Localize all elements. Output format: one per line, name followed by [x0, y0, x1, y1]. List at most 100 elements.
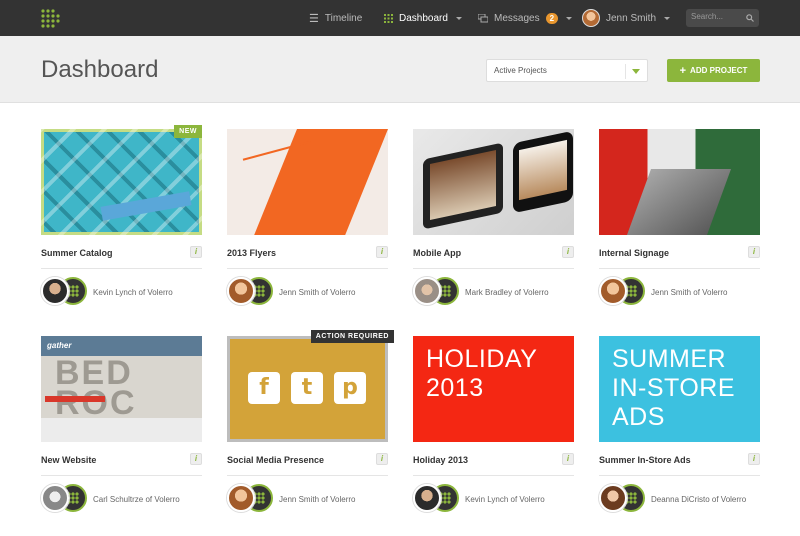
project-thumbnail[interactable]: f t p	[227, 336, 388, 442]
avatar	[413, 277, 441, 305]
project-members	[227, 277, 273, 307]
tablet-image	[423, 142, 503, 230]
info-icon[interactable]: i	[562, 453, 574, 465]
project-owner: Jenn Smith of Volerro	[279, 495, 356, 504]
project-thumbnail[interactable]	[41, 129, 202, 235]
avatar	[41, 484, 69, 512]
project-title[interactable]: Social Media Presence	[227, 455, 324, 465]
project-members	[599, 277, 645, 307]
info-icon[interactable]: i	[562, 246, 574, 258]
list-icon: ☰	[309, 12, 319, 25]
divider	[599, 475, 760, 476]
nav-timeline[interactable]: ☰ Timeline	[309, 0, 362, 36]
website-footer	[41, 418, 202, 442]
project-filter-select[interactable]: Active Projects	[486, 59, 648, 82]
project-thumbnail[interactable]	[227, 129, 388, 235]
add-project-label: ADD PROJECT	[690, 66, 748, 75]
project-card-2013-flyers[interactable]: 2013 Flyers i Jenn Smith of Volerro	[227, 129, 388, 329]
avatar	[227, 277, 255, 305]
project-card-social-media-presence[interactable]: f t p ACTION REQUIRED Social Media Prese…	[227, 330, 394, 536]
search-icon	[746, 14, 754, 22]
nav-timeline-label: Timeline	[324, 12, 363, 24]
phone-image	[513, 130, 573, 214]
divider	[227, 475, 388, 476]
website-logo: gather	[47, 341, 72, 350]
action-required-ribbon: ACTION REQUIRED	[310, 330, 394, 343]
project-card-summer-in-store-ads[interactable]: SUMMER IN-STORE ADS Summer In-Store Ads …	[599, 336, 760, 536]
chevron-down-icon	[455, 16, 462, 20]
grid-icon	[384, 13, 393, 23]
pinterest-icon: p	[334, 372, 366, 404]
new-ribbon: NEW	[174, 125, 202, 138]
divider	[41, 475, 202, 476]
search-input[interactable]: Search...	[686, 9, 759, 27]
project-members	[41, 484, 87, 514]
user-name: Jenn Smith	[606, 12, 657, 24]
facebook-icon: f	[248, 372, 280, 404]
avatar	[41, 277, 69, 305]
add-project-button[interactable]: + ADD PROJECT	[667, 59, 760, 82]
top-navigation-bar: ☰ Timeline Dashboard Messages 2 Jenn Smi…	[0, 0, 800, 36]
info-icon[interactable]: i	[190, 453, 202, 465]
project-owner: Mark Bradley of Volerro	[465, 288, 549, 297]
user-avatar	[582, 9, 600, 27]
website-banner	[45, 396, 105, 402]
project-thumbnail[interactable]: HOLIDAY 2013	[413, 336, 574, 442]
project-title[interactable]: Summer In-Store Ads	[599, 455, 691, 465]
website-hero-text: BED ROC	[55, 354, 137, 422]
project-title[interactable]: Summer Catalog	[41, 248, 113, 258]
nav-messages[interactable]: Messages 2	[478, 0, 573, 36]
nav-dashboard-label: Dashboard	[399, 12, 448, 24]
info-icon[interactable]: i	[190, 246, 202, 258]
page-title: Dashboard	[41, 56, 159, 83]
divider	[41, 268, 202, 269]
project-members	[413, 277, 459, 307]
nav-dashboard[interactable]: Dashboard	[384, 0, 462, 36]
messages-count-badge: 2	[545, 12, 559, 24]
thumbnail-text: HOLIDAY 2013	[426, 345, 538, 402]
project-card-internal-signage[interactable]: Internal Signage i Jenn Smith of Volerro	[599, 129, 760, 329]
chevron-down-icon	[632, 69, 640, 74]
project-members	[413, 484, 459, 514]
chevron-down-icon	[566, 16, 573, 20]
project-card-new-website[interactable]: gather BED ROC New Website i Carl Schult…	[41, 336, 202, 536]
project-title[interactable]: Mobile App	[413, 248, 461, 258]
thumbnail-text: SUMMER IN-STORE ADS	[612, 345, 735, 431]
twitter-icon: t	[291, 372, 323, 404]
divider	[599, 268, 760, 269]
info-icon[interactable]: i	[376, 453, 388, 465]
project-card-mobile-app[interactable]: Mobile App i Mark Bradley of Volerro	[413, 129, 574, 329]
project-title[interactable]: 2013 Flyers	[227, 248, 276, 258]
project-thumbnail[interactable]	[599, 129, 760, 235]
project-title[interactable]: New Website	[41, 455, 96, 465]
project-title[interactable]: Internal Signage	[599, 248, 669, 258]
project-owner: Kevin Lynch of Volerro	[93, 288, 173, 297]
project-card-summer-catalog[interactable]: NEW Summer Catalog i Kevin Lynch of Vole…	[41, 125, 202, 329]
nav-messages-label: Messages	[494, 12, 540, 24]
page-header: Dashboard Active Projects + ADD PROJECT	[0, 36, 800, 103]
project-owner: Deanna DiCristo of Volerro	[651, 495, 747, 504]
divider	[413, 268, 574, 269]
project-owner: Kevin Lynch of Volerro	[465, 495, 545, 504]
project-owner: Jenn Smith of Volerro	[279, 288, 356, 297]
project-card-holiday-2013[interactable]: HOLIDAY 2013 Holiday 2013 i Kevin Lynch …	[413, 336, 574, 536]
info-icon[interactable]: i	[748, 453, 760, 465]
divider	[413, 475, 574, 476]
avatar	[227, 484, 255, 512]
project-members	[227, 484, 273, 514]
select-divider	[625, 64, 626, 79]
project-owner: Carl Schultrze of Volerro	[93, 495, 180, 504]
project-thumbnail[interactable]: SUMMER IN-STORE ADS	[599, 336, 760, 442]
project-thumbnail[interactable]: gather BED ROC	[41, 336, 202, 442]
info-icon[interactable]: i	[376, 246, 388, 258]
divider	[227, 268, 388, 269]
chat-icon	[478, 13, 488, 22]
project-title[interactable]: Holiday 2013	[413, 455, 468, 465]
user-menu[interactable]: Jenn Smith	[582, 0, 671, 36]
project-thumbnail[interactable]	[413, 129, 574, 235]
info-icon[interactable]: i	[748, 246, 760, 258]
app-logo-icon[interactable]	[40, 8, 60, 28]
project-members	[41, 277, 87, 307]
avatar	[599, 484, 627, 512]
project-owner: Jenn Smith of Volerro	[651, 288, 728, 297]
